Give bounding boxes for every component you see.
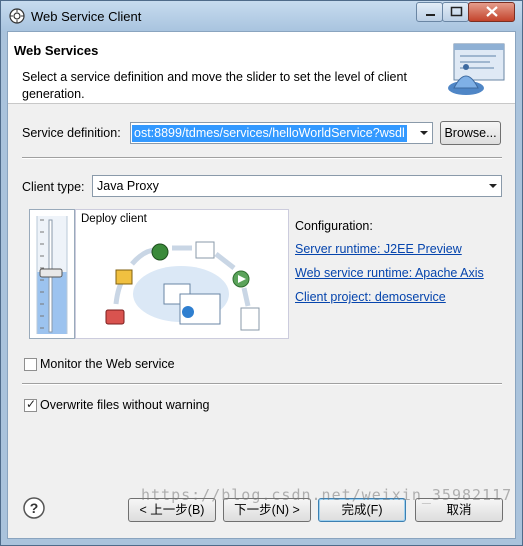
browse-button[interactable]: Browse... bbox=[440, 121, 501, 145]
client-type-label: Client type: bbox=[22, 180, 85, 194]
service-definition-value: ost:8899/tdmes/services/helloWorldServic… bbox=[132, 125, 407, 142]
eclipse-icon bbox=[9, 8, 25, 24]
title-bar: Web Service Client bbox=[1, 1, 522, 31]
maximize-button[interactable] bbox=[442, 2, 469, 22]
service-definition-combo[interactable]: ost:8899/tdmes/services/helloWorldServic… bbox=[130, 122, 433, 144]
client-generation-illustration bbox=[105, 241, 260, 331]
minimize-button[interactable] bbox=[416, 2, 443, 22]
dialog-client-area: Web Services Select a service definition… bbox=[7, 31, 516, 539]
develop-icon bbox=[115, 269, 133, 285]
configuration-heading: Configuration: bbox=[295, 219, 373, 233]
minimize-icon bbox=[426, 14, 435, 16]
wizard-header: Web Services Select a service definition… bbox=[8, 32, 515, 104]
start-icon bbox=[105, 309, 125, 325]
close-button[interactable] bbox=[468, 2, 515, 22]
overwrite-checkbox[interactable] bbox=[24, 397, 37, 412]
dialog-window: Web Service Client Web Services Select a… bbox=[0, 0, 523, 546]
chevron-down-icon[interactable] bbox=[485, 176, 501, 196]
maximize-icon bbox=[450, 6, 463, 17]
chevron-down-icon[interactable] bbox=[416, 123, 432, 143]
page-title: Web Services bbox=[14, 43, 99, 58]
generation-level-pane: Deploy client bbox=[75, 209, 289, 339]
page-description: Select a service definition and move the… bbox=[22, 70, 407, 101]
client-type-select[interactable]: Java Proxy bbox=[92, 175, 502, 197]
web-service-banner-icon bbox=[448, 43, 505, 95]
separator bbox=[22, 383, 502, 385]
watermark: https://blog.csdn.net/weixin_35982117 bbox=[141, 486, 513, 504]
web-service-runtime-link[interactable]: Web service runtime: Apache Axis bbox=[295, 266, 484, 280]
help-icon[interactable]: ? bbox=[23, 497, 45, 519]
svg-text:?: ? bbox=[30, 500, 39, 516]
slider-thumb bbox=[39, 268, 63, 278]
assemble-icon bbox=[151, 243, 169, 261]
slider-track bbox=[36, 216, 68, 334]
client-project-link[interactable]: Client project: demoservice bbox=[295, 290, 446, 304]
separator bbox=[22, 157, 502, 159]
server-runtime-link[interactable]: Server runtime: J2EE Preview bbox=[295, 242, 462, 256]
service-definition-label: Service definition: bbox=[22, 126, 121, 140]
monitor-checkbox[interactable] bbox=[24, 358, 37, 371]
level-label: Deploy client bbox=[81, 213, 147, 225]
client-type-value: Java Proxy bbox=[97, 179, 159, 193]
generation-level-slider[interactable] bbox=[29, 209, 75, 339]
window-title: Web Service Client bbox=[31, 9, 142, 24]
overwrite-label: Overwrite files without warning bbox=[40, 398, 210, 412]
monitor-label: Monitor the Web service bbox=[40, 357, 175, 371]
deploy-icon bbox=[195, 241, 215, 259]
close-icon bbox=[486, 6, 498, 17]
test-icon bbox=[240, 307, 260, 331]
